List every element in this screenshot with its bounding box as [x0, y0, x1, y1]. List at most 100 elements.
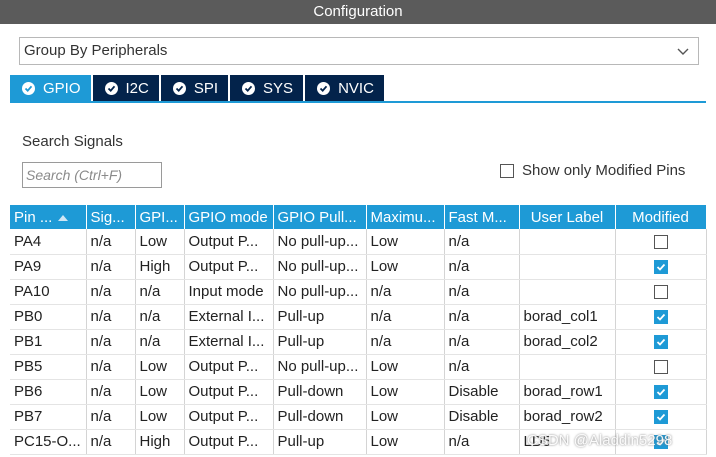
cell-fast-mode: n/a: [444, 229, 520, 255]
table-row[interactable]: PA9 n/a High Output P... No pull-up... Low n/a: [10, 254, 707, 280]
cell-pull: No pull-up...: [273, 254, 367, 280]
cell-user-label: borad_row2: [519, 404, 616, 430]
cell-user-label: borad_col2: [519, 329, 616, 355]
cell-mode: Output P...: [184, 354, 274, 380]
cell-pull: No pull-up...: [273, 229, 367, 255]
column-header-user-label[interactable]: User Label: [519, 205, 616, 229]
cell-gpio-output: n/a: [135, 279, 185, 305]
cell-user-label: [519, 279, 616, 305]
checkmark-icon: [656, 313, 665, 321]
cell-max-speed: Low: [366, 354, 445, 380]
modified-checkbox[interactable]: [653, 385, 668, 400]
cell-modified: [615, 254, 707, 280]
tab-i2c[interactable]: I2C: [92, 75, 159, 101]
cell-pull: No pull-up...: [273, 279, 367, 305]
cell-pull: Pull-down: [273, 404, 367, 430]
table-row[interactable]: PB0 n/a n/a External I... Pull-up n/a n/a borad…: [10, 304, 707, 330]
cell-user-label: borad_row1: [519, 379, 616, 405]
cell-fast-mode: n/a: [444, 279, 520, 305]
cell-mode: External I...: [184, 304, 274, 330]
cell-pin: PC15-O...: [10, 429, 87, 455]
cell-fast-mode: n/a: [444, 254, 520, 280]
checkmark-icon: [656, 263, 665, 271]
cell-modified: [615, 379, 707, 405]
column-header-fast-mode[interactable]: Fast M...: [444, 205, 520, 229]
tab-underline: [10, 101, 706, 103]
cell-max-speed: n/a: [366, 279, 445, 305]
check-circle-icon: [317, 81, 331, 95]
tab-spi[interactable]: SPI: [160, 75, 229, 101]
check-circle-icon: [242, 81, 256, 95]
cell-signal: n/a: [86, 279, 136, 305]
table-row[interactable]: PB7 n/a Low Output P... Pull-down Low Disable b…: [10, 404, 707, 430]
tab-bar: GPIO I2C SPI SYS NVIC: [10, 75, 386, 101]
column-header-gpio-mode[interactable]: GPIO mode: [184, 205, 274, 229]
column-header-max-speed[interactable]: Maximu...: [366, 205, 445, 229]
cell-signal: n/a: [86, 354, 136, 380]
table-row[interactable]: PA10 n/a n/a Input mode No pull-up... n/a n/a: [10, 279, 707, 305]
cell-user-label: [519, 354, 616, 380]
cell-pin: PA10: [10, 279, 87, 305]
cell-mode: Output P...: [184, 229, 274, 255]
modified-checkbox[interactable]: [653, 285, 668, 300]
cell-max-speed: Low: [366, 404, 445, 430]
cell-fast-mode: n/a: [444, 304, 520, 330]
pin-table: Pin ... Sig... GPI... GPIO mode GPIO Pul…: [10, 205, 707, 455]
modified-checkbox[interactable]: [653, 360, 668, 375]
checkmark-icon: [656, 413, 665, 421]
cell-pull: No pull-up...: [273, 354, 367, 380]
column-header-gpio-pull[interactable]: GPIO Pull...: [273, 205, 367, 229]
search-label: Search Signals: [22, 133, 123, 150]
cell-pin: PB6: [10, 379, 87, 405]
tab-sys[interactable]: SYS: [230, 75, 304, 101]
table-row[interactable]: PB6 n/a Low Output P... Pull-down Low Disable b…: [10, 379, 707, 405]
cell-fast-mode: n/a: [444, 329, 520, 355]
search-input[interactable]: Search (Ctrl+F): [22, 162, 162, 188]
window-title: Configuration: [0, 0, 716, 24]
cell-gpio-output: Low: [135, 404, 185, 430]
checkmark-icon: [656, 338, 665, 346]
tab-nvic[interactable]: NVIC: [305, 75, 384, 101]
cell-mode: Output P...: [184, 404, 274, 430]
column-header-gpio-output[interactable]: GPI...: [135, 205, 185, 229]
modified-checkbox[interactable]: [653, 410, 668, 425]
sort-ascending-icon: [58, 214, 69, 221]
cell-pin: PB0: [10, 304, 87, 330]
table-row[interactable]: PB1 n/a n/a External I... Pull-up n/a n/a borad…: [10, 329, 707, 355]
cell-gpio-output: Low: [135, 229, 185, 255]
check-circle-icon: [104, 81, 118, 95]
column-header-signal[interactable]: Sig...: [86, 205, 136, 229]
check-circle-icon: [172, 81, 186, 95]
cell-gpio-output: n/a: [135, 304, 185, 330]
cell-max-speed: Low: [366, 429, 445, 455]
cell-pull: Pull-up: [273, 429, 367, 455]
group-by-select[interactable]: Group By Peripherals: [19, 37, 699, 65]
cell-pin: PB5: [10, 354, 87, 380]
cell-modified: [615, 354, 707, 380]
checkmark-icon: [656, 388, 665, 396]
cell-pull: Pull-up: [273, 304, 367, 330]
modified-checkbox[interactable]: [653, 260, 668, 275]
modified-checkbox[interactable]: [653, 234, 668, 249]
cell-pin: PB7: [10, 404, 87, 430]
show-modified-checkbox[interactable]: [500, 163, 514, 178]
cell-signal: n/a: [86, 329, 136, 355]
tab-gpio[interactable]: GPIO: [10, 75, 91, 101]
table-row[interactable]: PB5 n/a Low Output P... No pull-up... Low n/a: [10, 354, 707, 380]
cell-gpio-output: Low: [135, 379, 185, 405]
column-header-pin[interactable]: Pin ...: [10, 205, 87, 229]
cell-modified: [615, 404, 707, 430]
cell-max-speed: Low: [366, 254, 445, 280]
show-modified-toggle[interactable]: Show only Modified Pins: [500, 162, 685, 179]
cell-signal: n/a: [86, 229, 136, 255]
cell-fast-mode: n/a: [444, 354, 520, 380]
table-row[interactable]: PA4 n/a Low Output P... No pull-up... Low n/a: [10, 229, 707, 255]
modified-checkbox[interactable]: [653, 335, 668, 350]
cell-gpio-output: High: [135, 254, 185, 280]
modified-checkbox[interactable]: [653, 310, 668, 325]
cell-max-speed: Low: [366, 379, 445, 405]
cell-pin: PA4: [10, 229, 87, 255]
cell-user-label: [519, 229, 616, 255]
cell-max-speed: n/a: [366, 329, 445, 355]
column-header-modified[interactable]: Modified: [615, 205, 707, 229]
